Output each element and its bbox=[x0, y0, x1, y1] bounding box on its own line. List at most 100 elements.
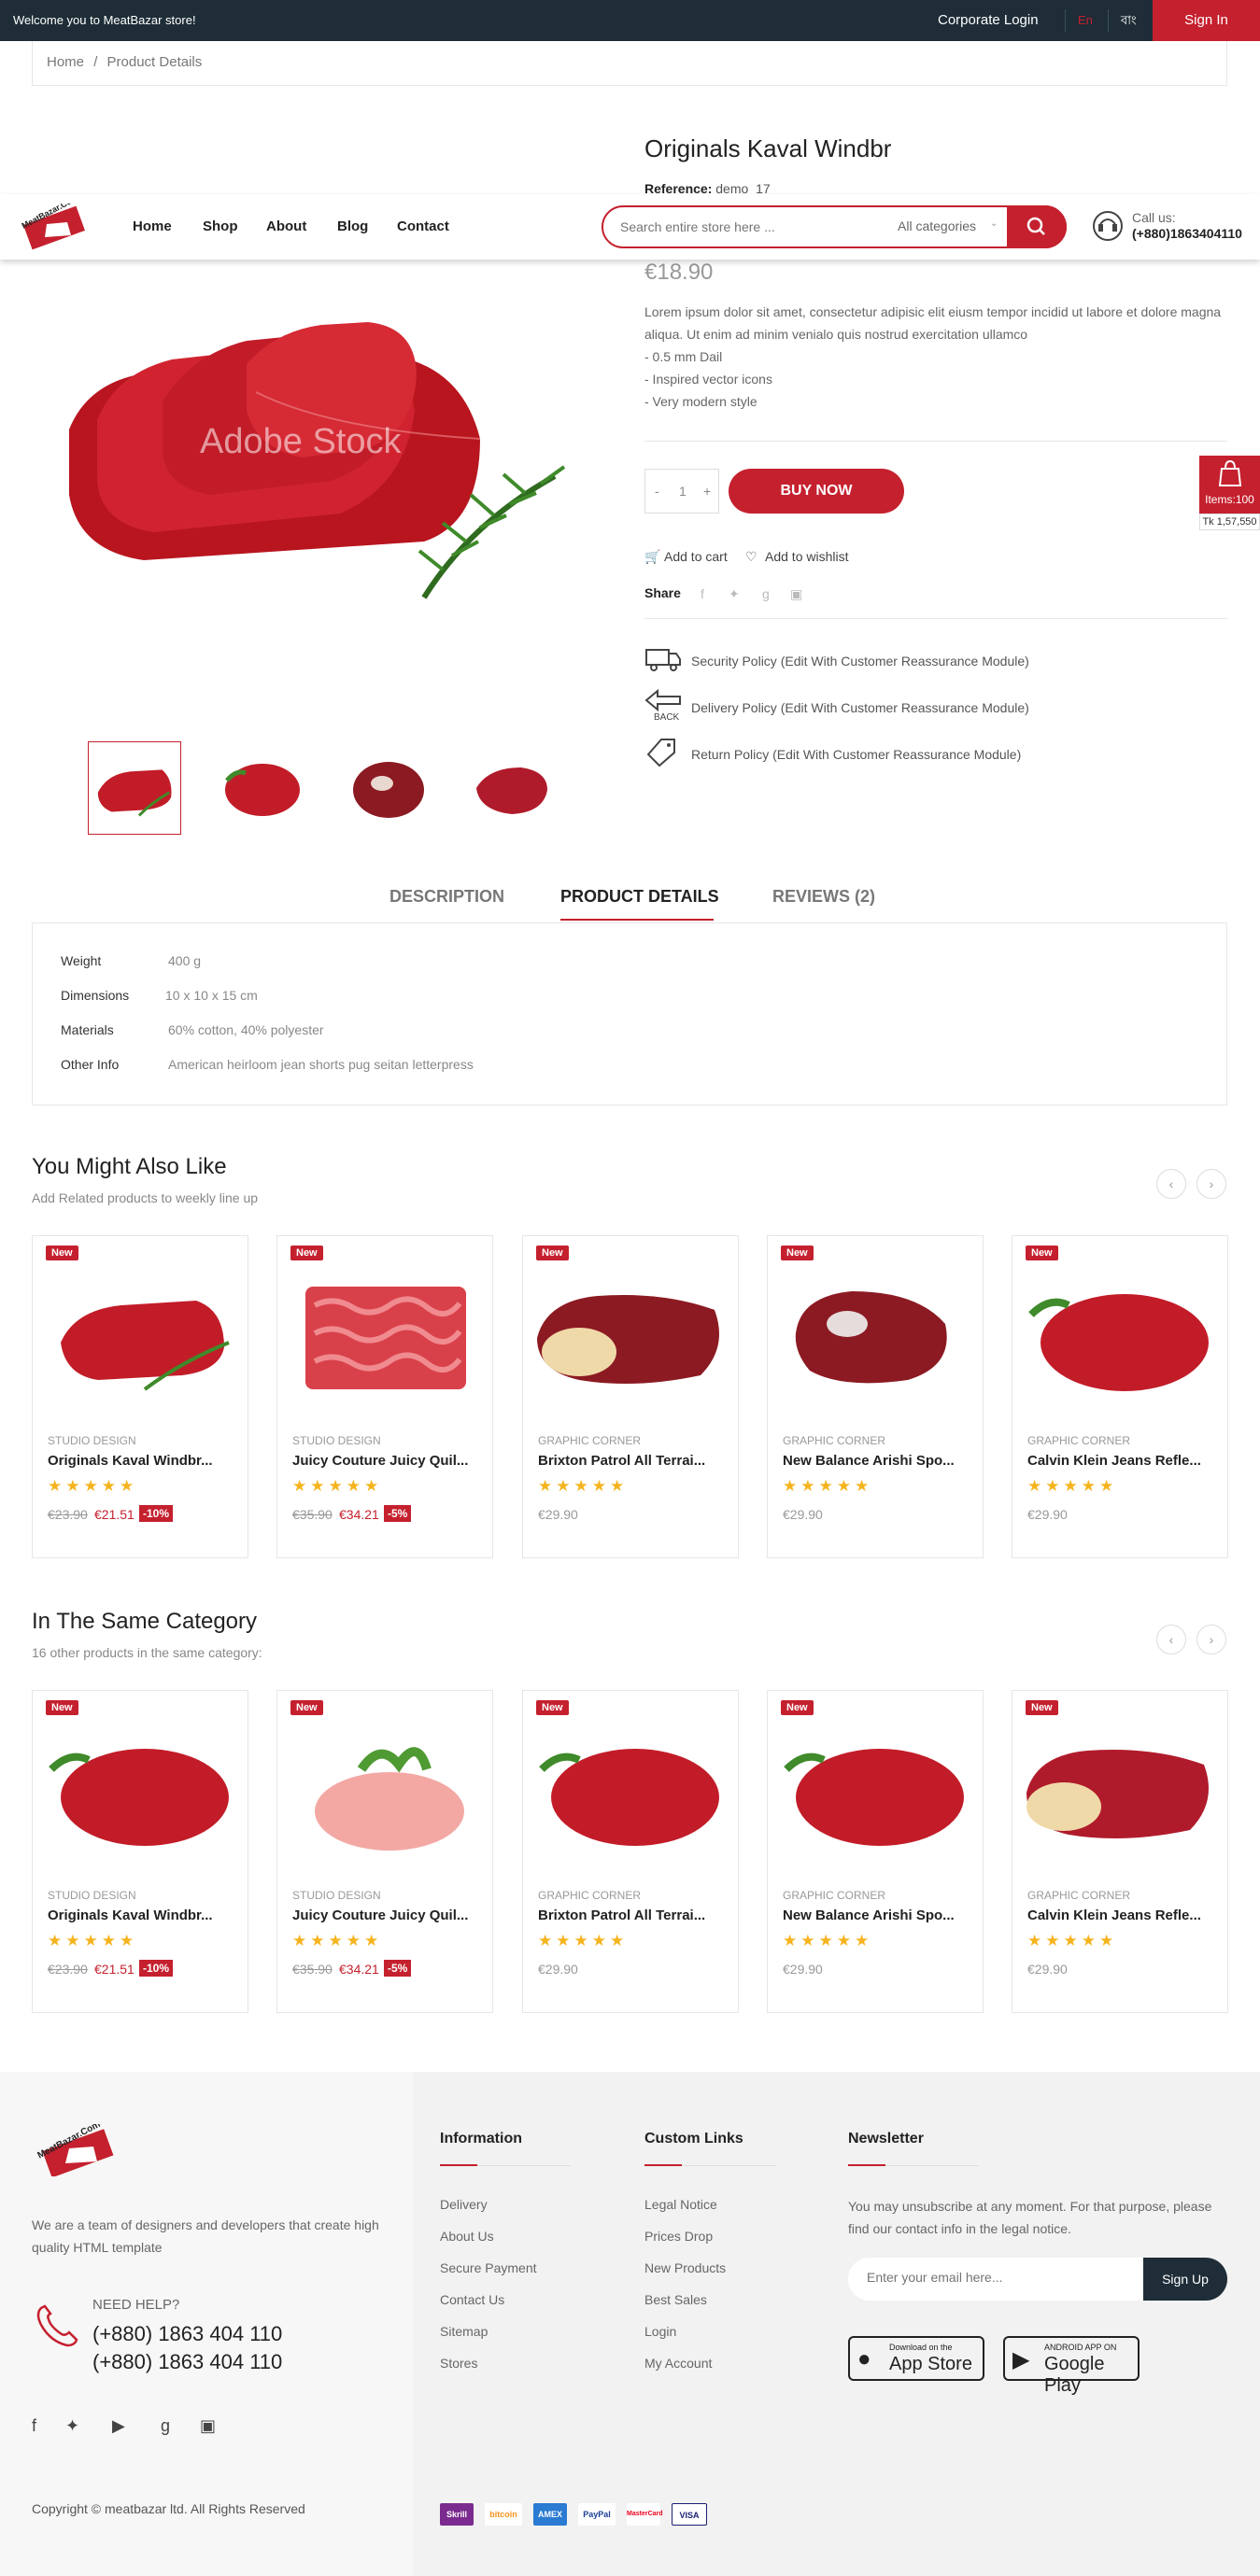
product-card[interactable]: New GRAPHIC CORNER Calvin Klein Jeans Refl… bbox=[1012, 1690, 1228, 2013]
thumbnail-3[interactable] bbox=[340, 741, 433, 835]
product-image[interactable] bbox=[277, 1259, 494, 1408]
google-play-button[interactable]: ▶ ANDROID APP ON Google Play bbox=[1003, 2336, 1140, 2396]
product-image[interactable] bbox=[523, 1259, 740, 1408]
nav-about[interactable]: About bbox=[266, 218, 306, 234]
related-prev-button[interactable]: ‹ bbox=[1156, 1169, 1186, 1199]
youtube-icon[interactable]: ▶ bbox=[112, 2416, 125, 2436]
search-input[interactable] bbox=[620, 217, 872, 237]
thumbnail-1[interactable] bbox=[88, 741, 181, 835]
buy-now-button[interactable]: BUY NOW bbox=[729, 469, 904, 514]
product-card[interactable]: New STUDIO DESIGN Originals Kaval Windbr..… bbox=[32, 1235, 248, 1558]
product-name[interactable]: Juicy Couture Juicy Quil... bbox=[292, 1907, 484, 1923]
facebook-icon[interactable]: f bbox=[32, 2416, 36, 2436]
thumbnail-4[interactable] bbox=[465, 741, 559, 835]
floating-cart[interactable]: Items:100 bbox=[1199, 456, 1260, 514]
footer-link[interactable]: Sitemap bbox=[440, 2324, 488, 2339]
product-name[interactable]: Juicy Couture Juicy Quil... bbox=[292, 1453, 484, 1469]
product-image[interactable] bbox=[1012, 1713, 1229, 1863]
language-bn[interactable]: বাং bbox=[1121, 12, 1137, 32]
footer-link[interactable]: Stores bbox=[440, 2356, 477, 2371]
same-category-prev-button[interactable]: ‹ bbox=[1156, 1625, 1186, 1654]
footer-link[interactable]: Delivery bbox=[440, 2197, 488, 2212]
add-to-wishlist-link[interactable]: Add to wishlist bbox=[765, 549, 848, 564]
product-card[interactable]: New GRAPHIC CORNER New Balance Arishi Spo.… bbox=[767, 1690, 984, 2013]
qty-plus-button[interactable]: + bbox=[703, 484, 711, 499]
product-image[interactable] bbox=[33, 1259, 249, 1408]
phone-number[interactable]: (+880) 1863 404 110 bbox=[92, 2350, 282, 2374]
product-name[interactable]: Brixton Patrol All Terrai... bbox=[538, 1453, 729, 1469]
pinterest-icon[interactable]: ▣ bbox=[790, 586, 802, 602]
footer-link[interactable]: Contact Us bbox=[440, 2292, 504, 2307]
product-brand: STUDIO DESIGN bbox=[292, 1434, 381, 1447]
nav-contact[interactable]: Contact bbox=[397, 218, 449, 234]
google-plus-icon[interactable]: g bbox=[762, 586, 770, 601]
product-image[interactable] bbox=[277, 1713, 494, 1863]
product-name[interactable]: Brixton Patrol All Terrai... bbox=[538, 1907, 729, 1923]
add-to-cart-link[interactable]: Add to cart bbox=[664, 549, 728, 564]
product-name[interactable]: Originals Kaval Windbr... bbox=[48, 1453, 239, 1469]
discount-badge: -10% bbox=[139, 1960, 174, 1977]
footer-link[interactable]: My Account bbox=[644, 2356, 712, 2371]
sign-up-button[interactable]: Sign Up bbox=[1143, 2258, 1227, 2301]
thumbnail-2[interactable] bbox=[214, 741, 307, 835]
quantity-stepper[interactable]: - 1 + bbox=[644, 469, 719, 514]
same-category-subtitle: 16 other products in the same category: bbox=[32, 1645, 262, 1660]
nav-shop[interactable]: Shop bbox=[203, 218, 238, 234]
related-next-button[interactable]: › bbox=[1196, 1169, 1226, 1199]
product-card[interactable]: New GRAPHIC CORNER Brixton Patrol All Terr… bbox=[522, 1690, 739, 2013]
footer-link[interactable]: Login bbox=[644, 2324, 676, 2339]
product-card[interactable]: New GRAPHIC CORNER Brixton Patrol All Terr… bbox=[522, 1235, 739, 1558]
nav-blog[interactable]: Blog bbox=[337, 218, 368, 234]
new-badge: New bbox=[536, 1700, 569, 1715]
same-category-next-button[interactable]: › bbox=[1196, 1625, 1226, 1654]
product-image[interactable] bbox=[33, 1713, 249, 1863]
footer-link[interactable]: Best Sales bbox=[644, 2292, 707, 2307]
footer-link[interactable]: Legal Notice bbox=[644, 2197, 717, 2212]
facebook-icon[interactable]: f bbox=[701, 586, 704, 601]
product-name[interactable]: New Balance Arishi Spo... bbox=[783, 1907, 974, 1923]
twitter-icon[interactable]: ✦ bbox=[729, 586, 740, 602]
breadcrumb-home[interactable]: Home bbox=[47, 54, 84, 70]
search-button[interactable] bbox=[1007, 205, 1067, 248]
product-name[interactable]: Originals Kaval Windbr... bbox=[48, 1907, 239, 1923]
category-select[interactable]: All categories bbox=[898, 218, 976, 233]
product-card[interactable]: New STUDIO DESIGN Juicy Couture Juicy Quil… bbox=[276, 1235, 493, 1558]
product-image[interactable] bbox=[768, 1259, 984, 1408]
footer-link[interactable]: Prices Drop bbox=[644, 2229, 713, 2244]
footer-logo[interactable]: MeatBazar.Com bbox=[32, 2124, 125, 2176]
twitter-icon[interactable]: ✦ bbox=[65, 2416, 79, 2436]
product-name[interactable]: New Balance Arishi Spo... bbox=[783, 1453, 974, 1469]
phone-number[interactable]: (+880) 1863 404 110 bbox=[92, 2322, 282, 2346]
product-main-image[interactable]: Adobe Stock bbox=[32, 243, 611, 654]
tab-reviews[interactable]: REVIEWS (2) bbox=[772, 887, 875, 907]
new-badge: New bbox=[1026, 1246, 1058, 1260]
footer-link[interactable]: About Us bbox=[440, 2229, 494, 2244]
detail-label: Materials bbox=[61, 1022, 114, 1037]
qty-value[interactable]: 1 bbox=[679, 484, 687, 499]
product-name[interactable]: Calvin Klein Jeans Refle... bbox=[1027, 1907, 1219, 1923]
app-store-button[interactable]: ● Download on the App Store bbox=[848, 2336, 984, 2381]
instagram-icon[interactable]: ▣ bbox=[200, 2416, 216, 2436]
product-image[interactable] bbox=[768, 1713, 984, 1863]
play-icon: ▶ bbox=[1012, 2347, 1030, 2372]
product-card[interactable]: New GRAPHIC CORNER Calvin Klein Jeans Refl… bbox=[1012, 1235, 1228, 1558]
footer-link[interactable]: Secure Payment bbox=[440, 2260, 537, 2275]
qty-minus-button[interactable]: - bbox=[655, 484, 659, 499]
product-image[interactable] bbox=[523, 1713, 740, 1863]
google-plus-icon[interactable]: g bbox=[161, 2416, 170, 2436]
nav-home[interactable]: Home bbox=[133, 218, 172, 234]
language-en[interactable]: En bbox=[1078, 13, 1093, 27]
tab-description[interactable]: DESCRIPTION bbox=[389, 887, 504, 907]
corporate-login-link[interactable]: Corporate Login bbox=[938, 12, 1039, 28]
product-name[interactable]: Calvin Klein Jeans Refle... bbox=[1027, 1453, 1219, 1469]
product-card[interactable]: New STUDIO DESIGN Juicy Couture Juicy Quil… bbox=[276, 1690, 493, 2013]
tab-product-details[interactable]: PRODUCT DETAILS bbox=[560, 887, 719, 907]
footer-link[interactable]: New Products bbox=[644, 2260, 726, 2275]
product-card[interactable]: New STUDIO DESIGN Originals Kaval Windbr..… bbox=[32, 1690, 248, 2013]
product-card[interactable]: New GRAPHIC CORNER New Balance Arishi Spo.… bbox=[767, 1235, 984, 1558]
site-logo[interactable]: MeatBazar.Com bbox=[19, 204, 90, 252]
call-us-number[interactable]: (+880)1863404110 bbox=[1132, 226, 1242, 241]
product-image[interactable] bbox=[1012, 1259, 1229, 1408]
sign-in-button[interactable]: Sign In bbox=[1153, 0, 1260, 41]
email-field[interactable] bbox=[867, 2270, 1128, 2285]
